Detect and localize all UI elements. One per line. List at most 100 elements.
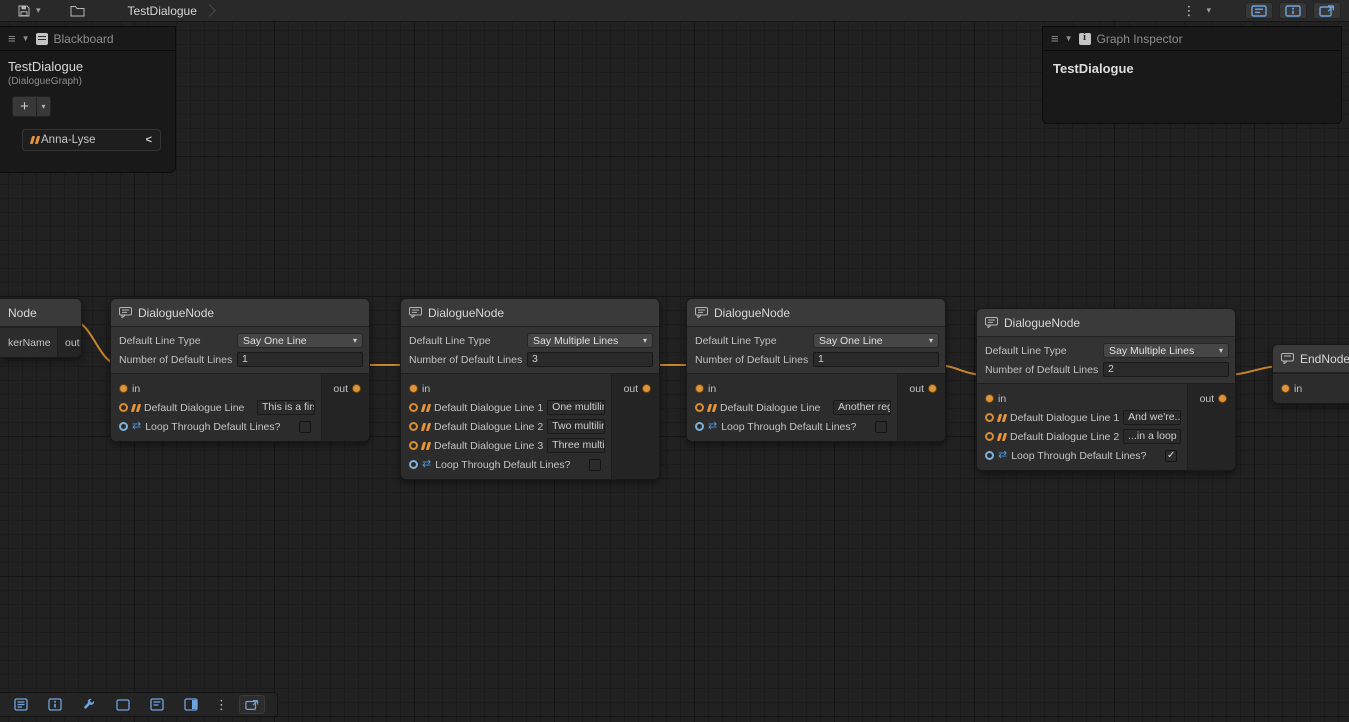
line-port-dot[interactable] (409, 422, 418, 431)
num-lines-field[interactable]: 1 (813, 352, 939, 367)
line-port-dot[interactable] (695, 403, 704, 412)
in-port-dot[interactable] (695, 384, 704, 393)
blackboard-graph-name: TestDialogue (0, 51, 175, 74)
num-lines-label: Number of Default Lines (985, 364, 1103, 376)
open-window-button[interactable] (239, 695, 265, 714)
open-window-button[interactable] (1313, 2, 1341, 19)
breadcrumb-chevron (203, 4, 216, 17)
end-node[interactable]: EndNode in (1272, 344, 1349, 404)
num-lines-field[interactable]: 2 (1103, 362, 1229, 377)
node-title-bar[interactable]: DialogueNode (977, 309, 1235, 337)
out-port-label: out (624, 383, 639, 395)
hamburger-icon[interactable]: ≡ (1051, 31, 1059, 46)
quote-icon (132, 404, 140, 412)
blackboard-header[interactable]: ≡ ▼ Blackboard (0, 27, 175, 51)
save-dropdown-caret[interactable]: ▾ (34, 5, 43, 16)
node-title-label: DialogueNode (138, 306, 214, 320)
line-type-dropdown[interactable]: Say Multiple Lines ▾ (527, 333, 653, 348)
collapse-caret-icon[interactable]: ▼ (22, 34, 30, 43)
kebab-menu-button[interactable]: ⋮ (1179, 3, 1198, 19)
line-text-field[interactable]: Two multiline (547, 419, 605, 434)
line-port-dot[interactable] (119, 403, 128, 412)
kebab-menu-caret[interactable]: ▾ (1204, 5, 1213, 16)
line-text-field[interactable]: One multiline (547, 400, 605, 415)
line-port-label: Default Dialogue Line (144, 402, 244, 414)
graph-canvas[interactable]: Node kerName out DialogueNode Default (0, 22, 1349, 722)
out-port-dot[interactable] (1218, 394, 1227, 403)
dialogue-node-3[interactable]: DialogueNode Default Line Type Say One L… (686, 298, 946, 442)
in-port-dot[interactable] (409, 384, 418, 393)
settings-button[interactable] (76, 695, 102, 714)
line-text-field[interactable]: This is a first (257, 400, 315, 415)
breadcrumb-tab-testdialogue[interactable]: TestDialogue (118, 4, 201, 18)
preview-toggle-button[interactable] (178, 695, 204, 714)
console-button[interactable] (8, 695, 34, 714)
line-port-dot[interactable] (985, 413, 994, 422)
loop-port-dot[interactable] (119, 422, 128, 431)
line-port-dot[interactable] (985, 432, 994, 441)
inspector-header[interactable]: ≡ ▼ Graph Inspector (1043, 27, 1341, 51)
line-type-value: Say Multiple Lines (1109, 345, 1194, 357)
inspector-title: Graph Inspector (1097, 32, 1183, 46)
add-property-button[interactable]: + (12, 96, 37, 117)
in-port-dot[interactable] (119, 384, 128, 393)
frame-button[interactable] (110, 695, 136, 714)
line-type-value: Say One Line (819, 335, 883, 347)
load-button[interactable] (67, 2, 88, 20)
collapse-chevron-icon[interactable]: < (146, 134, 152, 146)
line-text-field[interactable]: Three multili (547, 438, 605, 453)
loop-checkbox[interactable] (875, 421, 887, 433)
loop-port-dot[interactable] (409, 460, 418, 469)
speaker-node-title[interactable]: Node (0, 299, 81, 327)
line-port-dot[interactable] (409, 403, 418, 412)
collapse-caret-icon[interactable]: ▼ (1065, 34, 1073, 43)
out-port-dot[interactable] (642, 384, 651, 393)
out-port-dot[interactable] (928, 384, 937, 393)
node-title-bar[interactable]: DialogueNode (687, 299, 945, 327)
blackboard-panel: ≡ ▼ Blackboard TestDialogue (DialogueGra… (0, 26, 176, 173)
blackboard-button[interactable] (144, 695, 170, 714)
speaker-node[interactable]: Node kerName out (0, 298, 82, 358)
out-port-dot[interactable] (352, 384, 361, 393)
line-port-label: Default Dialogue Line 1 (434, 402, 543, 414)
chevron-down-icon: ▾ (1219, 346, 1223, 355)
graph-inspector-panel: ≡ ▼ Graph Inspector TestDialogue (1042, 26, 1342, 124)
node-title-bar[interactable]: EndNode (1273, 345, 1349, 373)
loop-checkbox[interactable] (589, 459, 601, 471)
node-title-bar[interactable]: DialogueNode (111, 299, 369, 327)
blackboard-property-anna-lyse[interactable]: Anna-Lyse < (22, 129, 161, 151)
in-port-label: in (1294, 383, 1302, 395)
line-type-value: Say Multiple Lines (533, 335, 618, 347)
loop-checkbox[interactable] (299, 421, 311, 433)
dialogue-node-1[interactable]: DialogueNode Default Line Type Say One L… (110, 298, 370, 442)
in-port-dot[interactable] (1281, 384, 1290, 393)
save-button[interactable] (14, 2, 34, 20)
hamburger-icon[interactable]: ≡ (8, 31, 16, 46)
loop-port-dot[interactable] (985, 451, 994, 460)
quote-icon (422, 404, 430, 412)
dialogue-node-4[interactable]: DialogueNode Default Line Type Say Multi… (976, 308, 1236, 471)
line-text-field[interactable]: And we're... (1123, 410, 1181, 425)
dialogue-node-2[interactable]: DialogueNode Default Line Type Say Multi… (400, 298, 660, 480)
add-property-dropdown[interactable]: ▾ (37, 96, 51, 117)
speaker-name-row: kerName (0, 333, 57, 352)
node-title-bar[interactable]: DialogueNode (401, 299, 659, 327)
end-node-icon (1281, 353, 1294, 364)
num-lines-field[interactable]: 3 (527, 352, 653, 367)
folder-icon (70, 5, 85, 17)
line-port-dot[interactable] (409, 441, 418, 450)
line-text-field[interactable]: Another regu (833, 400, 891, 415)
blackboard-toggle-button[interactable] (1245, 2, 1273, 19)
line-text-field[interactable]: ...in a loop (1123, 429, 1181, 444)
line-type-dropdown[interactable]: Say One Line ▾ (237, 333, 363, 348)
out-port-label: out (65, 337, 80, 349)
loop-checkbox-checked[interactable]: ✓ (1165, 450, 1177, 462)
kebab-menu-button[interactable]: ⋮ (212, 697, 231, 713)
num-lines-field[interactable]: 1 (237, 352, 363, 367)
in-port-dot[interactable] (985, 394, 994, 403)
line-type-dropdown[interactable]: Say Multiple Lines ▾ (1103, 343, 1229, 358)
loop-port-dot[interactable] (695, 422, 704, 431)
inspector-toggle-button[interactable] (1279, 2, 1307, 19)
inspector-button[interactable] (42, 695, 68, 714)
line-type-dropdown[interactable]: Say One Line ▾ (813, 333, 939, 348)
